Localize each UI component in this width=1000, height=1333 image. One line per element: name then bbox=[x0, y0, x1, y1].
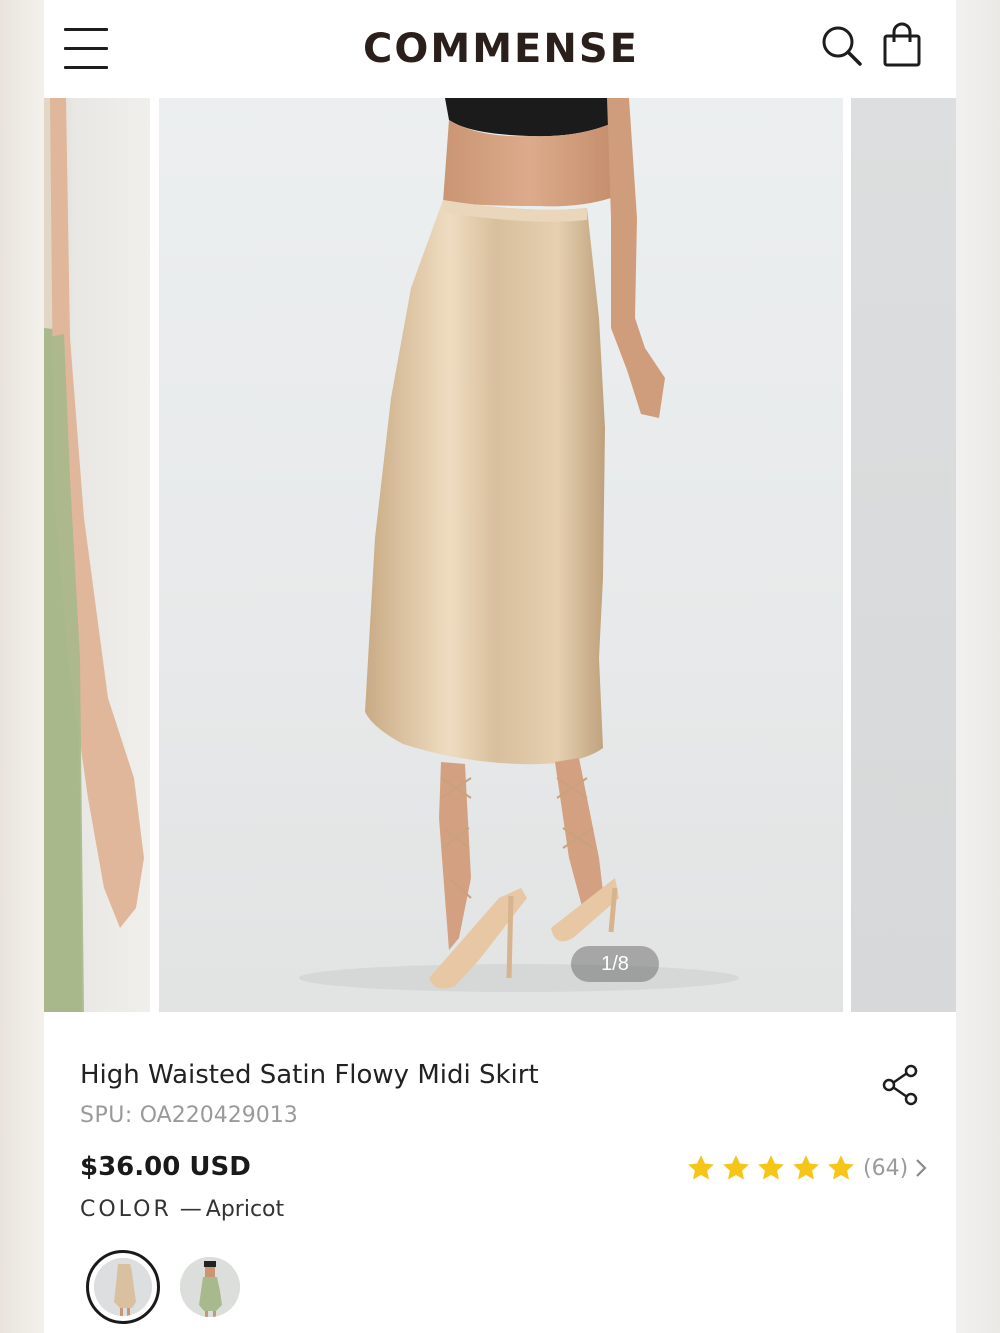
spu-label: SPU: bbox=[80, 1103, 133, 1128]
spu-value: OA220429013 bbox=[139, 1103, 298, 1128]
selected-color-value: Apricot bbox=[205, 1197, 285, 1222]
product-page: COMMENSE 1/8 High Waisted Satin Flowy Mi… bbox=[44, 0, 956, 1333]
star-icon bbox=[828, 1155, 854, 1180]
color-label: COLOR bbox=[80, 1197, 172, 1222]
image-pager-indicator: 1/8 bbox=[571, 946, 659, 982]
star-icon bbox=[758, 1155, 784, 1180]
color-separator: — bbox=[179, 1197, 202, 1222]
rating-summary[interactable]: (64) bbox=[686, 1150, 928, 1186]
share-icon[interactable] bbox=[882, 1064, 920, 1106]
main-product-image[interactable]: 1/8 bbox=[159, 98, 843, 1012]
color-swatch-green[interactable] bbox=[180, 1257, 240, 1317]
product-price: $36.00 USD bbox=[80, 1152, 251, 1182]
chevron-right-icon[interactable] bbox=[914, 1157, 928, 1179]
previous-slide-image[interactable] bbox=[44, 98, 150, 1012]
product-title: High Waisted Satin Flowy Midi Skirt bbox=[80, 1060, 539, 1090]
brand-logo[interactable]: COMMENSE bbox=[355, 24, 647, 74]
product-spu: SPU: OA220429013 bbox=[80, 1103, 298, 1128]
shopping-bag-icon[interactable] bbox=[882, 22, 922, 68]
star-icon bbox=[688, 1155, 714, 1180]
menu-icon[interactable] bbox=[64, 26, 110, 70]
star-icon bbox=[793, 1155, 819, 1180]
color-swatch-apricot[interactable] bbox=[86, 1250, 160, 1324]
star-icon bbox=[723, 1155, 749, 1180]
top-header: COMMENSE bbox=[44, 0, 956, 98]
review-count[interactable]: (64) bbox=[863, 1156, 908, 1181]
swatch-image-apricot bbox=[94, 1258, 152, 1316]
search-icon[interactable] bbox=[820, 24, 864, 68]
product-image-carousel[interactable]: 1/8 bbox=[44, 98, 956, 1012]
color-selection-label: COLOR — Apricot bbox=[80, 1197, 284, 1222]
next-slide-image[interactable] bbox=[851, 98, 956, 1012]
